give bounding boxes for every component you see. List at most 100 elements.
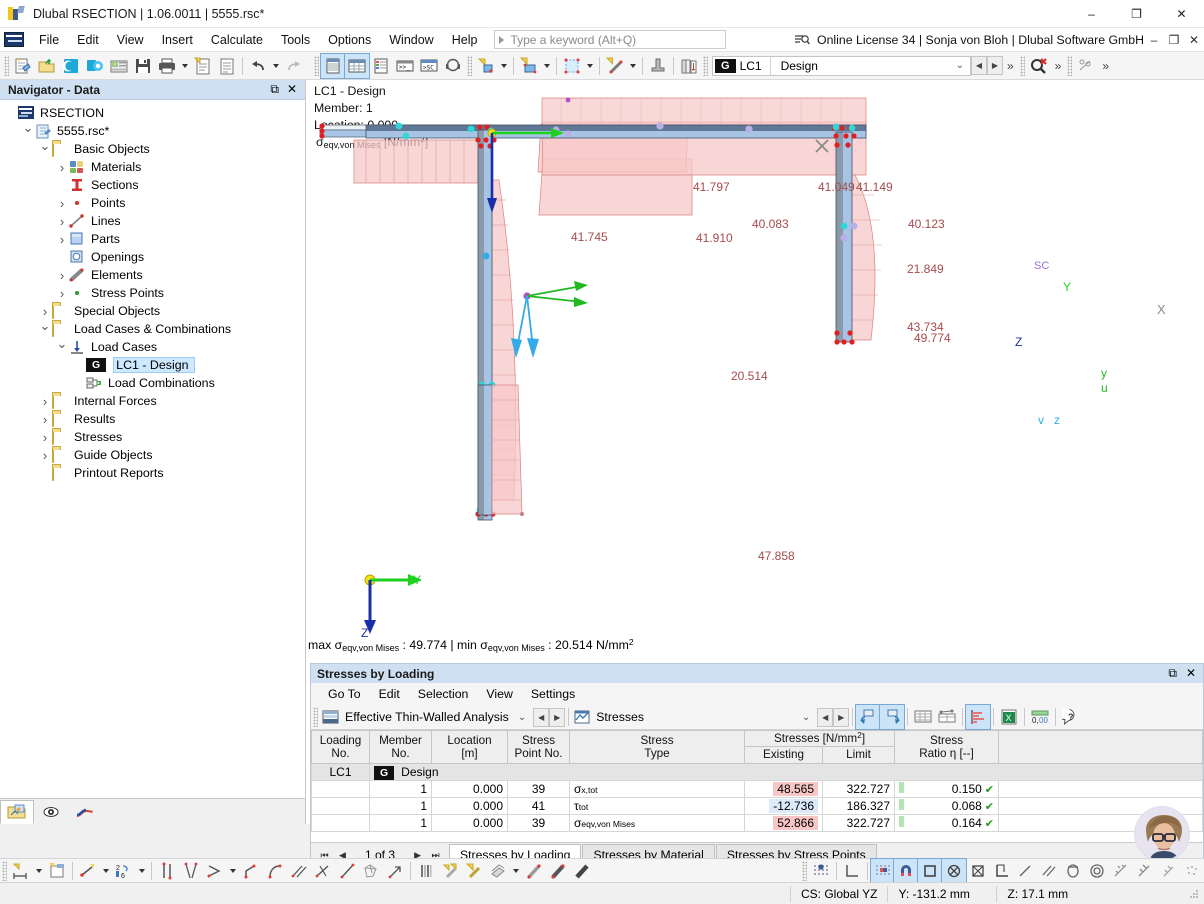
tree-item-printout-reports[interactable]: Printout Reports [4, 464, 305, 482]
tree-item-points[interactable]: Points [4, 194, 305, 212]
menu-file[interactable]: File [30, 30, 68, 50]
tangent-icon[interactable] [335, 859, 359, 883]
keyword-search-input[interactable]: Type a keyword (Alt+Q) [494, 30, 727, 49]
parallel-lines-icon[interactable] [155, 859, 179, 883]
menu-tools[interactable]: Tools [272, 30, 319, 50]
result-next-button[interactable]: ▶ [833, 707, 850, 727]
panel-menu-goto[interactable]: Go To [319, 685, 370, 703]
crosshair-snap-icon[interactable] [941, 858, 967, 884]
new-part-icon[interactable] [560, 54, 584, 78]
new-element-icon[interactable] [438, 859, 462, 883]
analysis-type-combo[interactable]: Effective Thin-Walled Analysis ⌄ [320, 707, 533, 728]
table-group-row[interactable]: LC1 G Design [311, 762, 1203, 781]
chevron-right-icon[interactable] [55, 214, 69, 229]
rfem-import-icon[interactable] [59, 54, 83, 78]
print-icon[interactable] [155, 54, 179, 78]
col-limit[interactable]: Limit [821, 746, 896, 764]
redo-icon[interactable] [282, 54, 306, 78]
chevron-right-icon[interactable] [55, 196, 69, 211]
col-existing[interactable]: Existing [744, 746, 823, 764]
arc-icon[interactable] [263, 859, 287, 883]
show-grid-table-icon[interactable] [344, 52, 370, 79]
measure-caret-icon[interactable] [103, 868, 109, 873]
view-settings-icon[interactable] [1074, 54, 1098, 78]
col-stress-point-no[interactable]: Stress Point No. [507, 730, 570, 764]
new-line-caret-icon[interactable] [630, 63, 636, 68]
dots-snap-icon[interactable] [1180, 859, 1204, 883]
layers-icon[interactable] [486, 859, 510, 883]
chevron-right-icon[interactable] [38, 394, 52, 409]
navigator-float-icon[interactable]: ⧉ [270, 82, 279, 97]
annotation-icon[interactable] [45, 859, 69, 883]
library-icon[interactable] [677, 54, 701, 78]
chevron-down-icon[interactable] [38, 141, 52, 157]
new-point-icon[interactable] [474, 54, 498, 78]
navigator-close-icon[interactable]: ✕ [287, 82, 297, 97]
tree-item-stress-points[interactable]: Stress Points [4, 284, 305, 302]
new-surface-icon[interactable] [517, 54, 541, 78]
tree-item-basic-objects[interactable]: Basic Objects [4, 140, 305, 158]
doc-close-button[interactable]: ✕ [1184, 33, 1204, 47]
chevron-right-icon[interactable] [55, 268, 69, 283]
chevron-right-icon[interactable] [38, 448, 52, 463]
model-info-icon[interactable] [107, 54, 131, 78]
navigator-tab-results[interactable] [68, 800, 102, 824]
renumber-caret-icon[interactable] [139, 868, 145, 873]
menu-options[interactable]: Options [319, 30, 380, 50]
tree-item-parts[interactable]: Parts [4, 230, 305, 248]
tree-item-internal-forces[interactable]: Internal Forces [4, 392, 305, 410]
col-stress-ratio[interactable]: Stress Ratio η [--] [894, 730, 1000, 764]
undo-dropdown-caret-icon[interactable] [273, 63, 279, 68]
tree-item-results[interactable]: Results [4, 410, 305, 428]
table-split-icon[interactable] [935, 705, 959, 729]
sync-graphics-icon[interactable] [879, 704, 906, 730]
object-snap-icon[interactable] [893, 858, 920, 884]
stresses-panel-float-icon[interactable]: ⧉ [1168, 666, 1177, 681]
renumber-icon[interactable]: 26 [112, 859, 136, 883]
script-icon[interactable]: >SC [417, 54, 441, 78]
angle-caret-icon[interactable] [230, 868, 236, 873]
chevron-right-icon[interactable] [55, 160, 69, 175]
menu-calculate[interactable]: Calculate [202, 30, 272, 50]
tree-item-load-cases-combinations[interactable]: Load Cases & Combinations [4, 320, 305, 338]
panel-toolbar-grip[interactable] [313, 707, 318, 727]
stresses-panel-close-icon[interactable]: ✕ [1186, 666, 1196, 681]
snap-grid-icon[interactable] [869, 858, 896, 884]
delete-results-icon[interactable] [1027, 54, 1051, 78]
navigator-tab-data[interactable] [0, 799, 34, 824]
result-type-combo[interactable]: Stresses ⌄ [572, 707, 817, 728]
open-icon[interactable] [35, 54, 59, 78]
angle-line-icon[interactable] [203, 859, 227, 883]
minimize-button[interactable]: – [1069, 0, 1114, 28]
toolbar-overflow-1[interactable]: » [1003, 59, 1018, 73]
toolbar-grip-6[interactable] [1067, 55, 1073, 76]
table-row[interactable]: 1 0.000 39 σeqv,von Mises 52.866 322.727… [311, 813, 1203, 832]
rays-2-icon[interactable] [1133, 859, 1157, 883]
view-toolbar-grip[interactable] [802, 861, 807, 881]
stress-diagram-icon[interactable] [965, 704, 992, 730]
line-snap-icon[interactable] [1013, 859, 1037, 883]
toolbar-grip[interactable] [4, 55, 9, 76]
tree-item-elements[interactable]: Elements [4, 266, 305, 284]
thick-element-icon[interactable] [546, 859, 570, 883]
close-button[interactable]: ✕ [1159, 0, 1204, 28]
tree-item-openings[interactable]: Openings [4, 248, 305, 266]
maximize-button[interactable]: ❐ [1114, 0, 1159, 28]
arc-snap-icon[interactable] [1061, 859, 1085, 883]
col-loading-no[interactable]: Loading No. [311, 730, 370, 764]
new-part-caret-icon[interactable] [587, 63, 593, 68]
tree-item-stresses[interactable]: Stresses [4, 428, 305, 446]
thin-element-icon[interactable] [522, 859, 546, 883]
show-table-icon[interactable] [320, 52, 346, 79]
toolbar-overflow-2[interactable]: » [1051, 59, 1066, 73]
chevron-right-icon[interactable] [55, 286, 69, 301]
new-line-icon[interactable] [603, 54, 627, 78]
new-surface-caret-icon[interactable] [544, 63, 550, 68]
table-row[interactable]: 1 0.000 41 τtot -12.736 186.327 0.068 ✔ [311, 796, 1203, 815]
doc-minimize-button[interactable]: – [1144, 33, 1164, 47]
mesh-icon[interactable] [359, 859, 383, 883]
support-avatar[interactable] [1134, 806, 1190, 862]
result-chevron-down-icon[interactable]: ⌄ [802, 712, 810, 723]
chevron-right-icon[interactable] [55, 232, 69, 247]
toolbar-grip-4[interactable] [703, 55, 708, 76]
